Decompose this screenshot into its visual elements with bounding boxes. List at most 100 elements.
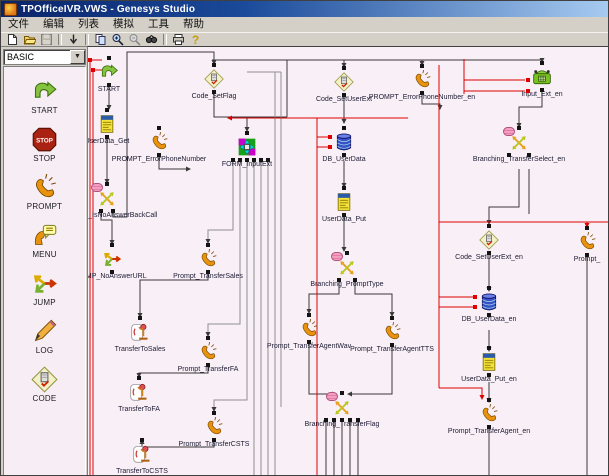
node-label-userdata-get: UserData_Get <box>87 138 129 145</box>
port <box>259 158 263 162</box>
palette-item-label: MENU <box>32 250 56 259</box>
menu-item-3[interactable]: 列表 <box>71 17 106 32</box>
port-red <box>328 145 332 149</box>
port <box>231 158 235 162</box>
palette-item-stop[interactable]: STOPSTOP <box>4 126 85 163</box>
port <box>585 226 589 230</box>
node-label-branching-transferflag: Branching_TransferFlag <box>305 421 380 428</box>
node-transfertosales[interactable] <box>130 322 150 342</box>
node-prompt-transferagentwav[interactable] <box>299 319 319 339</box>
toolbar-separator <box>163 34 167 45</box>
node-prompt-transfercsts[interactable] <box>204 417 224 437</box>
node-userdata-put[interactable] <box>334 192 354 212</box>
port <box>342 126 346 130</box>
chevron-down-icon[interactable]: ▼ <box>70 50 85 64</box>
mini-db-icon <box>331 252 343 261</box>
node-userdata-get[interactable] <box>97 114 117 134</box>
node-jump-noanswerurl[interactable] <box>102 249 122 269</box>
down-arrow-button[interactable] <box>65 33 82 46</box>
node-label-prompt-right: Prompt_ <box>574 256 600 263</box>
jump-icon <box>31 270 58 297</box>
flow-canvas[interactable]: STARTUserData_GetBranching_IsNoAnswerBac… <box>87 46 609 476</box>
palette-item-menu[interactable]: MENU <box>4 222 85 259</box>
new-button[interactable] <box>4 33 21 46</box>
node-userdata-put-en[interactable] <box>479 352 499 372</box>
node-label-userdata-put: UserData_Put <box>322 216 366 223</box>
node-prompt-transfersales[interactable] <box>198 249 218 269</box>
find-button[interactable] <box>143 33 160 46</box>
node-code-setuserext-en[interactable] <box>479 230 499 250</box>
node-code-setuserext[interactable] <box>334 72 354 92</box>
node-label-transfertofa: TransferToFA <box>118 406 160 413</box>
menu-item-6[interactable]: 帮助 <box>176 17 211 32</box>
node-transfertofa[interactable] <box>129 382 149 402</box>
copy-icon <box>94 33 107 46</box>
palette-item-label: STOP <box>33 154 55 163</box>
node-code-setflag[interactable] <box>204 69 224 89</box>
node-db-userdata[interactable] <box>334 132 354 152</box>
palette-item-jump[interactable]: JUMP <box>4 270 85 307</box>
menu-item-5[interactable]: 工具 <box>141 17 176 32</box>
prompt-icon <box>412 70 432 90</box>
zoom-in-button[interactable] <box>109 33 126 46</box>
title-bar[interactable]: TPOfficeIVR.VWS - Genesys Studio <box>1 1 608 17</box>
palette-item-prompt[interactable]: PROMPT <box>4 174 85 211</box>
zoom-out-button[interactable] <box>126 33 143 46</box>
node-label-prompt-errorphonenumber: PROMPT_ErrorPhoneNumber <box>112 156 207 163</box>
port <box>140 438 144 442</box>
db-icon <box>334 132 354 152</box>
app-icon <box>4 3 17 16</box>
tool-palette: BASIC ▼ START STOPSTOP PROMPT MENU JUMP LOG CO… <box>1 47 87 476</box>
port <box>487 251 491 255</box>
palette-category-dropdown[interactable]: BASIC ▼ <box>3 49 86 65</box>
palette-item-start[interactable]: START <box>4 78 85 115</box>
port-red <box>473 295 477 299</box>
port <box>212 63 216 67</box>
toolbar: ? <box>1 33 609 47</box>
port <box>340 391 344 395</box>
port <box>348 418 352 422</box>
palette-item-log[interactable]: LOG <box>4 318 85 355</box>
port-red <box>526 89 530 93</box>
port <box>487 425 491 429</box>
menu-bar: 文件编辑列表模拟工具帮助 <box>1 17 608 33</box>
node-start[interactable] <box>99 62 119 82</box>
node-prompt-transferagenttts[interactable] <box>382 322 402 342</box>
open-button[interactable] <box>21 33 38 46</box>
start-icon <box>99 62 119 82</box>
node-label-transfertosales: TransferToSales <box>115 346 166 353</box>
mini-db-icon <box>91 183 103 192</box>
transfer-icon <box>130 322 150 342</box>
port <box>206 270 210 274</box>
port <box>353 278 357 282</box>
node-prompt-transferfa[interactable] <box>198 342 218 362</box>
node-label-prompt-transfersales: Prompt_TransferSales <box>173 273 243 280</box>
help-button[interactable]: ? <box>187 33 204 46</box>
node-prompt-errorphonenumber-en[interactable] <box>412 70 432 90</box>
port <box>487 398 491 402</box>
node-db-userdata-en[interactable] <box>479 292 499 312</box>
node-prompt-transferagent-en[interactable] <box>479 404 499 424</box>
toolbar-separator <box>58 34 62 45</box>
node-prompt-right[interactable] <box>577 232 597 252</box>
copy-button[interactable] <box>92 33 109 46</box>
palette-item-label: JUMP <box>33 298 56 307</box>
node-label-branching-prompttype: Branching_PromptType <box>310 281 383 288</box>
menu-item-1[interactable]: 文件 <box>1 17 36 32</box>
node-form-inputext[interactable] <box>237 137 257 157</box>
port <box>332 418 336 422</box>
save-button[interactable] <box>38 33 55 46</box>
db-icon <box>479 292 499 312</box>
print-button[interactable] <box>170 33 187 46</box>
port <box>307 340 311 344</box>
palette-item-code[interactable]: CODE <box>4 366 85 403</box>
node-input-ext-en[interactable] <box>532 67 552 87</box>
node-prompt-errorphonenumber[interactable] <box>149 132 169 152</box>
open-icon <box>23 33 36 46</box>
node-transfertocsts[interactable] <box>132 444 152 464</box>
menu-item-4[interactable]: 模拟 <box>106 17 141 32</box>
code-icon <box>31 366 58 393</box>
port <box>324 418 328 422</box>
node-label-prompt-transferagent-en: Prompt_TransferAgent_en <box>448 428 530 435</box>
menu-item-2[interactable]: 编辑 <box>36 17 71 32</box>
